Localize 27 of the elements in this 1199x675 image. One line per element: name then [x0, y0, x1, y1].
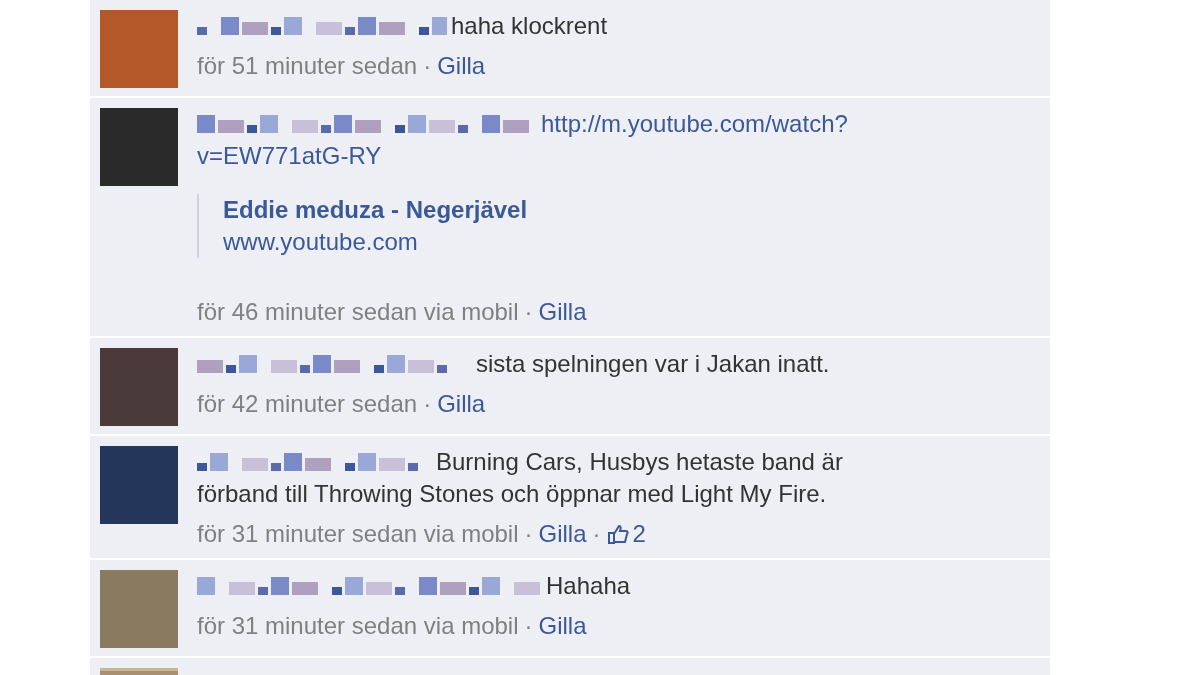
thumbs-up-icon [606, 524, 629, 544]
comment-timestamp: för 42 minuter sedan [197, 389, 418, 419]
comment-timestamp: för 31 minuter sedan via mobil [197, 519, 519, 549]
comment-text: Hahaha [546, 572, 631, 599]
link-preview-domain[interactable]: www.youtube.com [223, 226, 418, 258]
comment-text: haha klockrent [451, 12, 608, 39]
like-link[interactable]: Gilla [437, 388, 486, 420]
comment-timestamp: för 31 minuter sedan via mobil [197, 611, 519, 641]
separator-dot: · [524, 611, 533, 641]
comment-timestamp: för 51 minuter sedan [197, 51, 418, 81]
comment-timestamp: för 46 minuter sedan via mobil [197, 297, 519, 327]
like-count[interactable]: 2 [632, 518, 646, 550]
like-link[interactable]: Gilla [437, 50, 486, 82]
comment-text: Burning Cars, Husbys hetaste band är [436, 448, 843, 475]
link-preview-title[interactable]: Eddie meduza - Negerjävel [223, 194, 528, 226]
separator-dot: · [524, 297, 533, 327]
comment-text: förband till Throwing Stones och öppnar med Light My Fire. [197, 480, 827, 507]
separator-dot: · [423, 389, 432, 419]
like-link[interactable]: Gilla [538, 296, 587, 328]
comment-text: sista spelningen var i Jakan inatt. [476, 350, 830, 377]
separator-dot: · [592, 519, 601, 549]
comment-link[interactable]: http://m.youtube.com/watch? [541, 110, 848, 137]
separator-dot: · [524, 519, 533, 549]
like-link[interactable]: Gilla [538, 610, 587, 642]
separator-dot: · [423, 51, 432, 81]
comment-link[interactable]: v=EW771atG-RY [197, 142, 382, 169]
like-link[interactable]: Gilla [538, 518, 587, 550]
